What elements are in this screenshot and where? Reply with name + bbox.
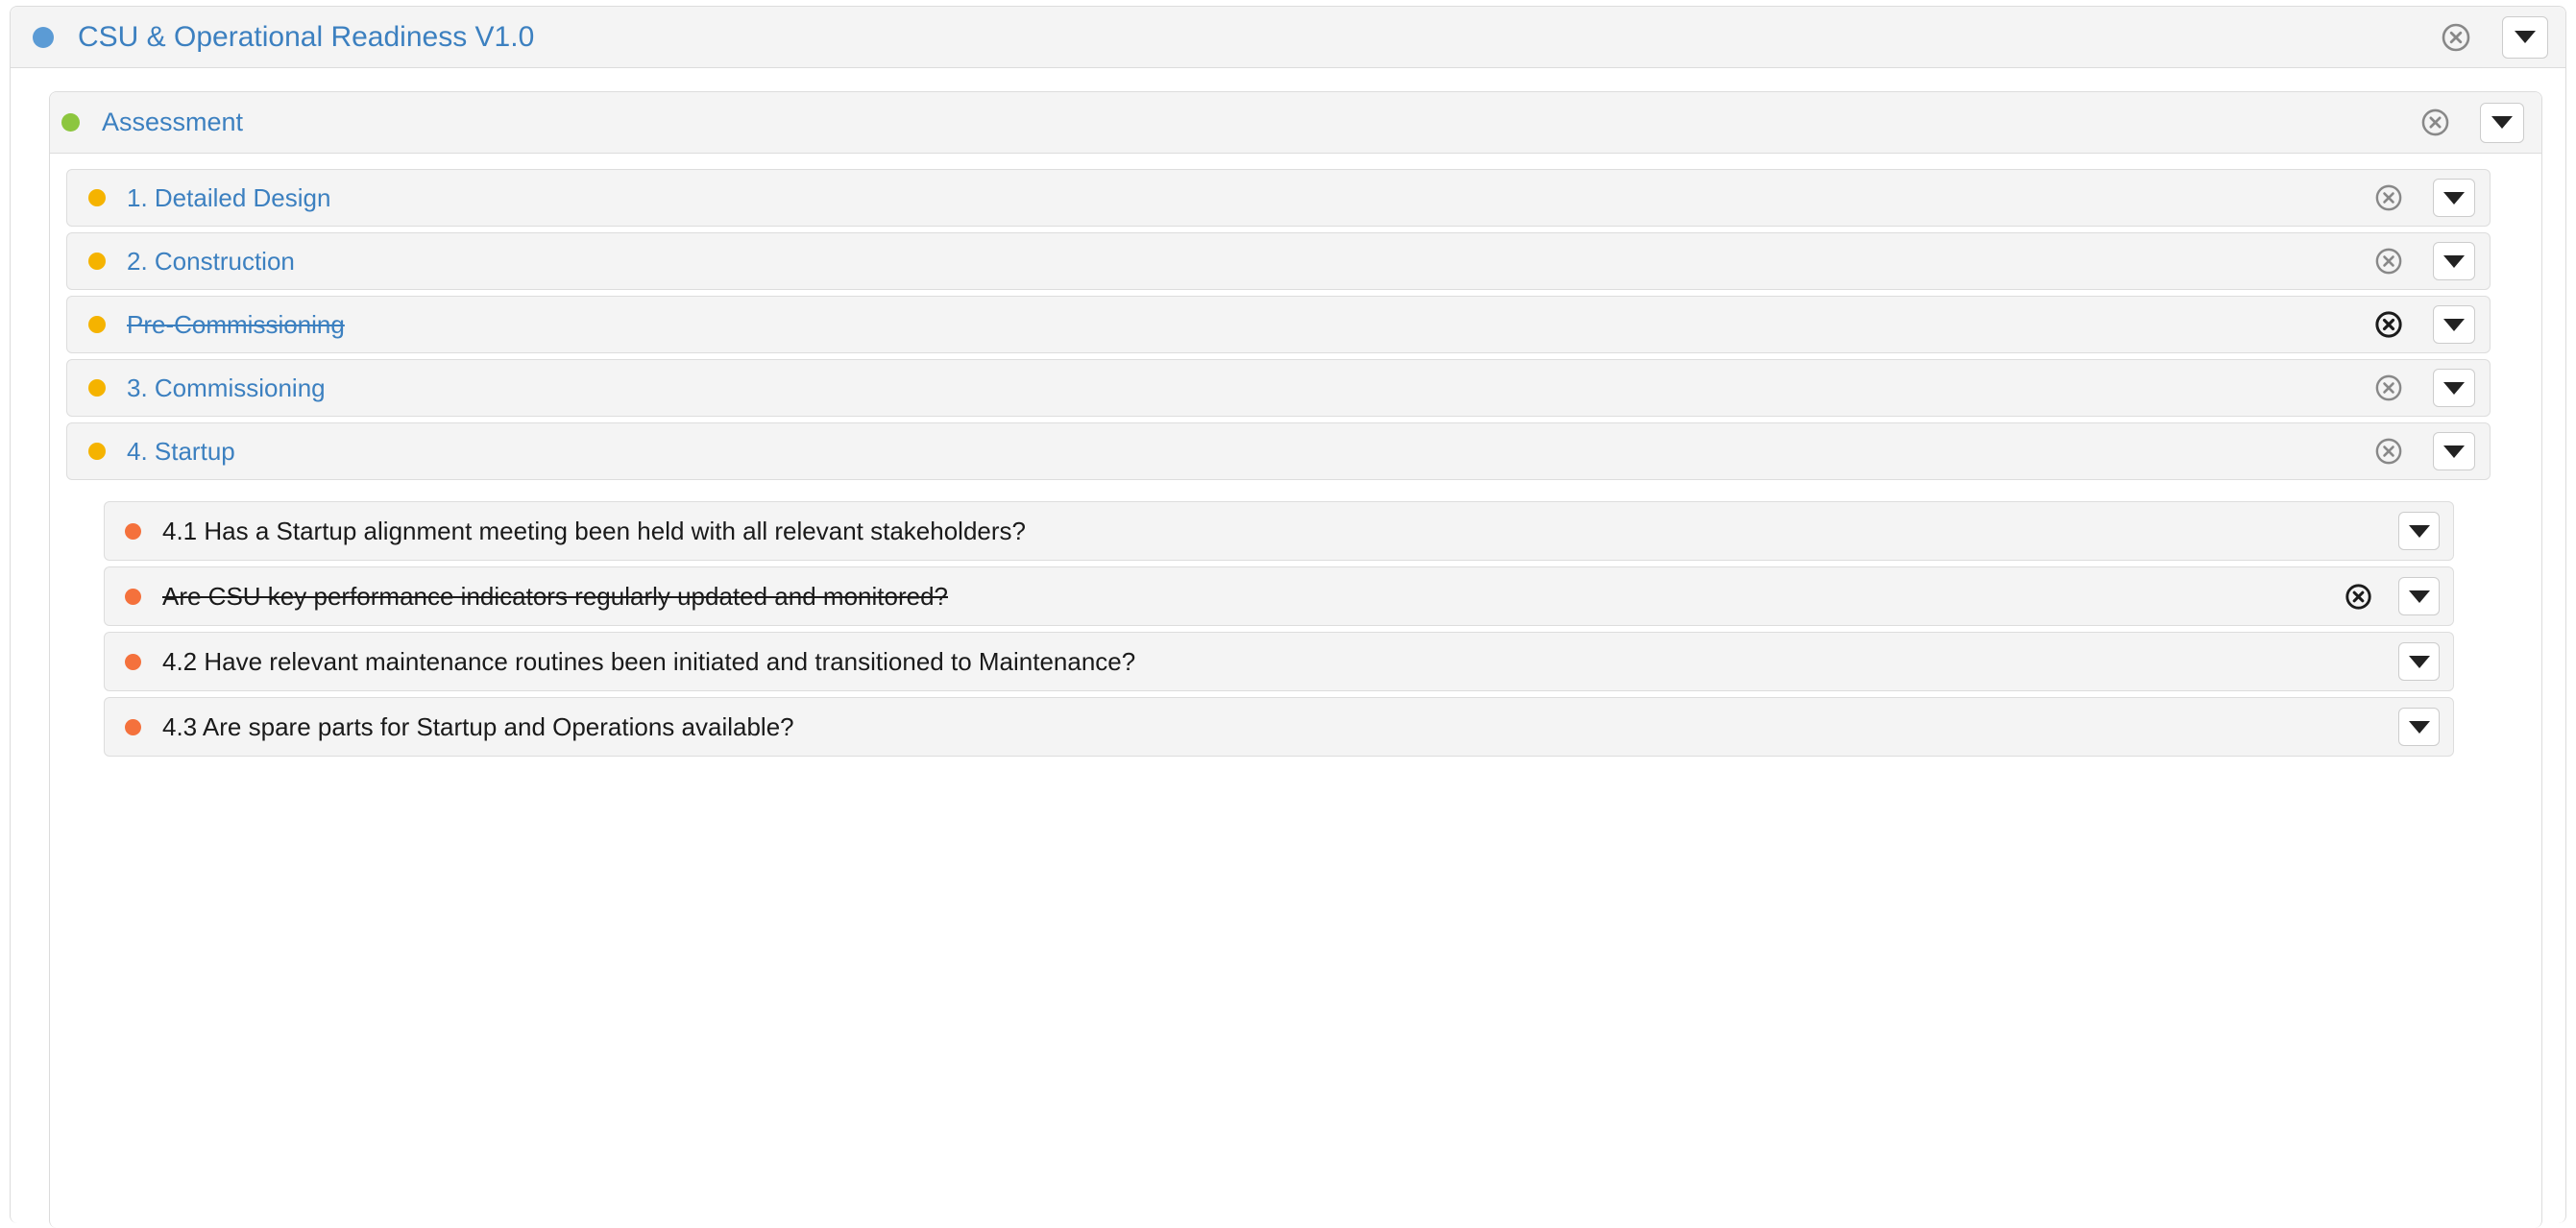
question-row[interactable]: Are CSU key performance indicators regul… (104, 566, 2454, 626)
section-row[interactable]: 4. Startup (66, 422, 2491, 480)
survey-header-left: CSU & Operational Readiness V1.0 (11, 21, 2442, 54)
chevron-down-icon (2515, 31, 2536, 43)
chevron-down-icon (2408, 655, 2430, 668)
chevron-down-icon (2443, 381, 2465, 395)
chevron-down-icon (2443, 254, 2465, 268)
section-label: 4. Startup (127, 436, 235, 466)
survey-status-dot (33, 26, 54, 48)
section-row[interactable]: Pre-Commissioning (66, 296, 2491, 353)
question-row-left: Are CSU key performance indicators regul… (105, 582, 2345, 612)
question-status-dot (125, 588, 141, 605)
question-label: 4.3 Are spare parts for Startup and Oper… (162, 711, 794, 741)
question-label: Are CSU key performance indicators regul… (162, 581, 948, 611)
question-row-actions (2398, 642, 2440, 681)
section-label: 2. Construction (127, 246, 295, 276)
question-status-dot (125, 718, 141, 735)
section-label: Pre-Commissioning (127, 309, 345, 339)
question-row-actions (2398, 512, 2440, 550)
circle-x-icon[interactable] (2345, 583, 2371, 610)
section-row-left: Pre-Commissioning (67, 310, 2375, 340)
section-expand-button[interactable] (2433, 305, 2475, 344)
question-row-left: 4.3 Are spare parts for Startup and Oper… (105, 712, 2398, 742)
circle-x-icon[interactable] (2375, 184, 2402, 211)
question-list: 4.1 Has a Startup alignment meeting been… (104, 501, 2525, 757)
assessment-title: Assessment (102, 108, 244, 136)
section-list: 1. Detailed Design 2. Construction Pre-Com… (66, 169, 2525, 762)
section-expand-button[interactable] (2433, 369, 2475, 407)
question-status-dot (125, 653, 141, 670)
survey-header[interactable]: CSU & Operational Readiness V1.0 (11, 7, 2565, 68)
question-row[interactable]: 4.1 Has a Startup alignment meeting been… (104, 501, 2454, 561)
survey-header-actions (2442, 15, 2548, 59)
circle-x-icon[interactable] (2375, 374, 2402, 401)
chevron-down-icon (2443, 191, 2465, 205)
section-row-left: 3. Commissioning (67, 373, 2375, 403)
section-row-actions (2375, 305, 2475, 344)
survey-expand-button[interactable] (2502, 15, 2548, 59)
chevron-down-icon (2443, 318, 2465, 331)
question-row-left: 4.2 Have relevant maintenance routines b… (105, 647, 2398, 677)
question-status-dot (125, 522, 141, 540)
question-expand-button[interactable] (2398, 642, 2440, 681)
survey-panel: CSU & Operational Readiness V1.0 Assessm… (10, 6, 2566, 1228)
assessment-header[interactable]: Assessment (50, 92, 2541, 154)
chevron-down-icon (2443, 445, 2465, 458)
question-row-actions (2345, 577, 2440, 615)
assessment-status-dot (61, 113, 80, 132)
circle-x-icon[interactable] (2375, 311, 2402, 338)
assessment-panel: Assessment 1. Detailed Design 2. Construc… (49, 91, 2542, 1228)
circle-x-icon[interactable] (2375, 438, 2402, 465)
section-expand-button[interactable] (2433, 242, 2475, 280)
section-row-actions (2375, 179, 2475, 217)
circle-x-icon[interactable] (2442, 23, 2470, 52)
question-row-left: 4.1 Has a Startup alignment meeting been… (105, 517, 2398, 546)
assessment-header-left: Assessment (50, 108, 2421, 137)
section-status-dot (88, 316, 106, 333)
circle-x-icon[interactable] (2375, 248, 2402, 275)
survey-title: CSU & Operational Readiness V1.0 (78, 20, 535, 53)
assessment-expand-button[interactable] (2480, 102, 2524, 143)
section-row-left: 2. Construction (67, 247, 2375, 277)
section-status-dot (88, 189, 106, 206)
circle-x-icon[interactable] (2421, 108, 2449, 136)
chevron-down-icon (2408, 524, 2430, 538)
question-row-actions (2398, 708, 2440, 746)
section-status-dot (88, 443, 106, 460)
section-status-dot (88, 253, 106, 270)
section-row-actions (2375, 369, 2475, 407)
section-status-dot (88, 379, 106, 397)
question-expand-button[interactable] (2398, 577, 2440, 615)
question-label: 4.1 Has a Startup alignment meeting been… (162, 516, 1026, 545)
section-row-left: 4. Startup (67, 437, 2375, 467)
question-expand-button[interactable] (2398, 512, 2440, 550)
section-expand-button[interactable] (2433, 432, 2475, 470)
section-row-actions (2375, 242, 2475, 280)
section-expand-button[interactable] (2433, 179, 2475, 217)
chevron-down-icon (2408, 720, 2430, 734)
section-label: 3. Commissioning (127, 373, 326, 402)
section-row[interactable]: 2. Construction (66, 232, 2491, 290)
section-label: 1. Detailed Design (127, 182, 331, 212)
question-row[interactable]: 4.2 Have relevant maintenance routines b… (104, 632, 2454, 691)
chevron-down-icon (2408, 590, 2430, 603)
section-row[interactable]: 1. Detailed Design (66, 169, 2491, 227)
chevron-down-icon (2491, 116, 2513, 129)
section-row-left: 1. Detailed Design (67, 183, 2375, 213)
question-label: 4.2 Have relevant maintenance routines b… (162, 646, 1136, 676)
question-expand-button[interactable] (2398, 708, 2440, 746)
section-row-actions (2375, 432, 2475, 470)
section-row[interactable]: 3. Commissioning (66, 359, 2491, 417)
assessment-header-actions (2421, 102, 2524, 143)
question-row[interactable]: 4.3 Are spare parts for Startup and Oper… (104, 697, 2454, 757)
